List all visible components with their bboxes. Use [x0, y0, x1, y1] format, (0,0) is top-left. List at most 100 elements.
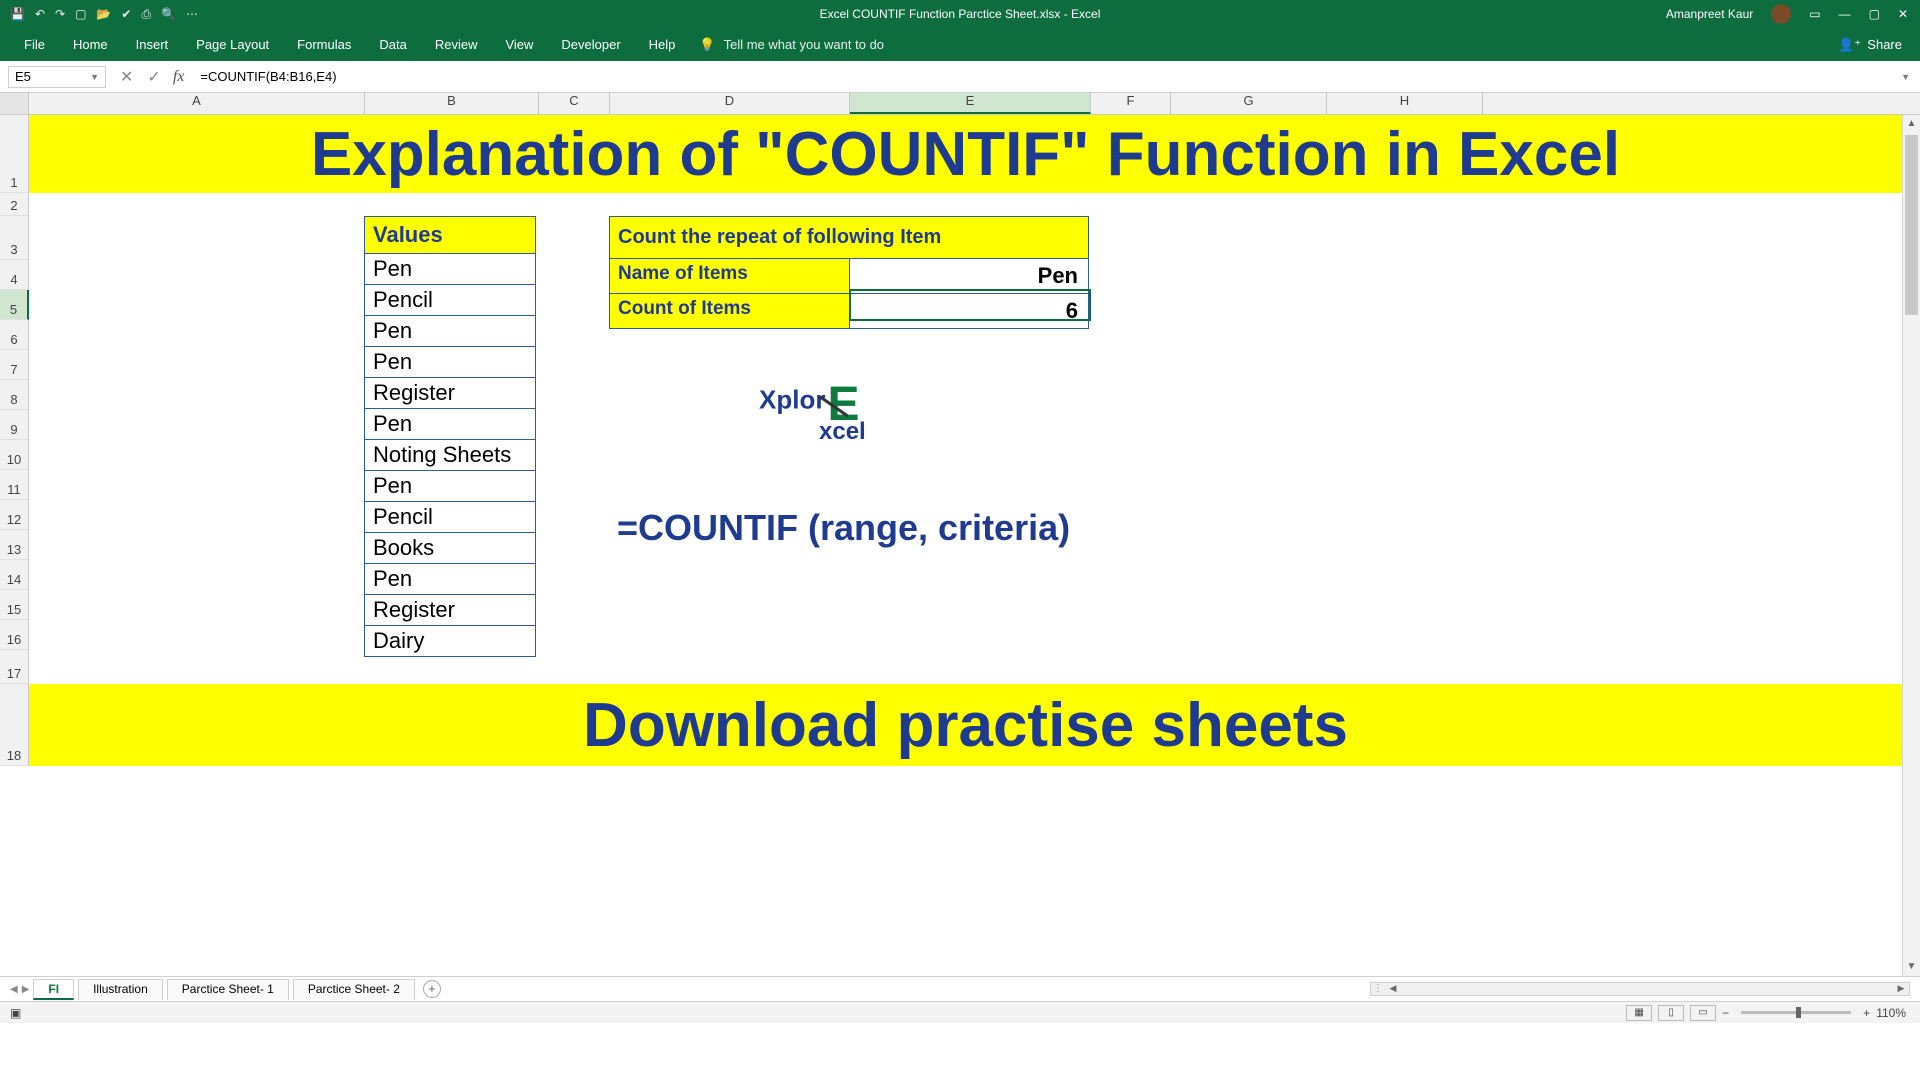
fx-icon[interactable]: fx — [173, 68, 185, 86]
row-headers: 123456789101112131415161718 — [0, 115, 29, 766]
scroll-down-icon[interactable]: ▼ — [1903, 958, 1920, 976]
cancel-icon[interactable]: ✕ — [120, 67, 133, 87]
row-header-1[interactable]: 1 — [0, 115, 29, 193]
sheet-tab-parctice-sheet--1[interactable]: Parctice Sheet- 1 — [167, 979, 289, 1000]
value-cell[interactable]: Register — [365, 378, 535, 409]
page-layout-view-button[interactable]: ▯ — [1658, 1005, 1684, 1021]
row-header-8[interactable]: 8 — [0, 380, 29, 410]
row-header-12[interactable]: 12 — [0, 500, 29, 530]
row-header-5[interactable]: 5 — [0, 290, 29, 320]
zoom-in-icon[interactable]: + — [1863, 1006, 1870, 1020]
sheet-tab-illustration[interactable]: Illustration — [78, 979, 163, 1000]
share-button[interactable]: 👤⁺ Share — [1838, 37, 1902, 53]
row-header-14[interactable]: 14 — [0, 560, 29, 590]
value-cell[interactable]: Pen — [365, 347, 535, 378]
col-header-G[interactable]: G — [1171, 93, 1327, 114]
col-header-D[interactable]: D — [610, 93, 850, 114]
redo-icon[interactable]: ↷ — [55, 7, 65, 22]
tab-formulas[interactable]: Formulas — [283, 28, 365, 61]
col-header-H[interactable]: H — [1327, 93, 1483, 114]
row-header-3[interactable]: 3 — [0, 216, 29, 260]
col-header-E[interactable]: E — [850, 93, 1091, 114]
tab-page-layout[interactable]: Page Layout — [182, 28, 283, 61]
maximize-icon[interactable]: ▢ — [1869, 7, 1880, 21]
value-cell[interactable]: Pen — [365, 409, 535, 440]
sheet-nav-next-icon[interactable]: ▶ — [22, 984, 30, 995]
value-cell[interactable]: Pencil — [365, 285, 535, 316]
ribbon-display-icon[interactable]: ▭ — [1809, 7, 1820, 21]
sheet-nav-prev-icon[interactable]: ◀ — [10, 984, 18, 995]
enter-icon[interactable]: ✓ — [147, 67, 160, 87]
tab-view[interactable]: View — [491, 28, 547, 61]
formula-input[interactable]: =COUNTIF(B4:B16,E4) — [200, 69, 1901, 84]
name-box[interactable]: E5 ▼ — [8, 66, 106, 88]
namebox-dropdown-icon[interactable]: ▼ — [90, 72, 99, 82]
value-cell[interactable]: Pen — [365, 254, 535, 285]
value-cell[interactable]: Register — [365, 595, 535, 626]
hscroll-right-icon[interactable]: ▶ — [1893, 983, 1909, 995]
select-all-corner[interactable] — [0, 93, 29, 114]
vertical-scrollbar[interactable]: ▲ ▼ — [1902, 115, 1920, 976]
row-header-18[interactable]: 18 — [0, 684, 29, 766]
zoom-out-icon[interactable]: − — [1722, 1006, 1729, 1020]
row-header-7[interactable]: 7 — [0, 350, 29, 380]
tab-file[interactable]: File — [10, 28, 59, 61]
undo-icon[interactable]: ↶ — [35, 7, 45, 22]
open-icon[interactable]: 📂 — [96, 7, 111, 22]
minimize-icon[interactable]: — — [1839, 7, 1851, 21]
spellcheck-icon[interactable]: ✔ — [121, 7, 131, 22]
spreadsheet-grid[interactable]: ABCDEFGH 123456789101112131415161718 Exp… — [0, 93, 1920, 976]
save-icon[interactable]: 💾 — [10, 7, 25, 22]
sheet-tab-fi[interactable]: FI — [33, 979, 74, 1000]
avatar[interactable] — [1771, 4, 1791, 24]
macro-record-icon[interactable]: ▣ — [10, 1006, 21, 1020]
scroll-thumb[interactable] — [1905, 135, 1918, 315]
tab-insert[interactable]: Insert — [122, 28, 183, 61]
value-cell[interactable]: Dairy — [365, 626, 535, 656]
row-header-6[interactable]: 6 — [0, 320, 29, 350]
tab-home[interactable]: Home — [59, 28, 122, 61]
hscroll-left-icon[interactable]: ◀ — [1385, 983, 1401, 995]
row-header-4[interactable]: 4 — [0, 260, 29, 290]
row-header-13[interactable]: 13 — [0, 530, 29, 560]
tab-data[interactable]: Data — [365, 28, 420, 61]
tab-developer[interactable]: Developer — [547, 28, 634, 61]
sheet-tab-parctice-sheet--2[interactable]: Parctice Sheet- 2 — [293, 979, 415, 1000]
new-icon[interactable]: ▢ — [75, 7, 86, 22]
tab-review[interactable]: Review — [421, 28, 492, 61]
add-sheet-button[interactable]: + — [423, 980, 441, 998]
row-header-2[interactable]: 2 — [0, 193, 29, 216]
user-name[interactable]: Amanpreet Kaur — [1666, 7, 1753, 21]
grid-canvas[interactable]: Explanation of "COUNTIF" Function in Exc… — [29, 115, 1902, 976]
tab-help[interactable]: Help — [635, 28, 690, 61]
col-header-F[interactable]: F — [1091, 93, 1171, 114]
horizontal-scrollbar[interactable]: ⋮ ◀ ▶ — [1370, 982, 1910, 996]
row-header-11[interactable]: 11 — [0, 470, 29, 500]
value-cell[interactable]: Noting Sheets — [365, 440, 535, 471]
preview-icon[interactable]: 🔍 — [161, 7, 176, 22]
value-cell[interactable]: Pen — [365, 316, 535, 347]
zoom-slider[interactable] — [1741, 1011, 1851, 1014]
scroll-up-icon[interactable]: ▲ — [1903, 115, 1920, 133]
page-break-view-button[interactable]: ▭ — [1690, 1005, 1716, 1021]
quickprint-icon[interactable]: ⎙ — [141, 7, 151, 22]
row-header-9[interactable]: 9 — [0, 410, 29, 440]
tell-me[interactable]: 💡 Tell me what you want to do — [699, 37, 884, 53]
row-header-16[interactable]: 16 — [0, 620, 29, 650]
value-cell[interactable]: Books — [365, 533, 535, 564]
qat-more-icon[interactable]: ⋯ — [186, 7, 198, 22]
value-cell[interactable]: Pen — [365, 471, 535, 502]
row-header-10[interactable]: 10 — [0, 440, 29, 470]
value-cell[interactable]: Pencil — [365, 502, 535, 533]
row-header-15[interactable]: 15 — [0, 590, 29, 620]
sheet-tab-bar: ◀ ▶ FIIllustrationParctice Sheet- 1Parct… — [0, 976, 1920, 1001]
formula-bar-expand-icon[interactable]: ▼ — [1901, 72, 1910, 82]
normal-view-button[interactable]: ▦ — [1626, 1005, 1652, 1021]
col-header-C[interactable]: C — [539, 93, 610, 114]
close-icon[interactable]: ✕ — [1898, 7, 1908, 21]
value-cell[interactable]: Pen — [365, 564, 535, 595]
zoom-level[interactable]: 110% — [1876, 1006, 1906, 1020]
col-header-B[interactable]: B — [365, 93, 539, 114]
row-header-17[interactable]: 17 — [0, 650, 29, 684]
col-header-A[interactable]: A — [29, 93, 365, 114]
